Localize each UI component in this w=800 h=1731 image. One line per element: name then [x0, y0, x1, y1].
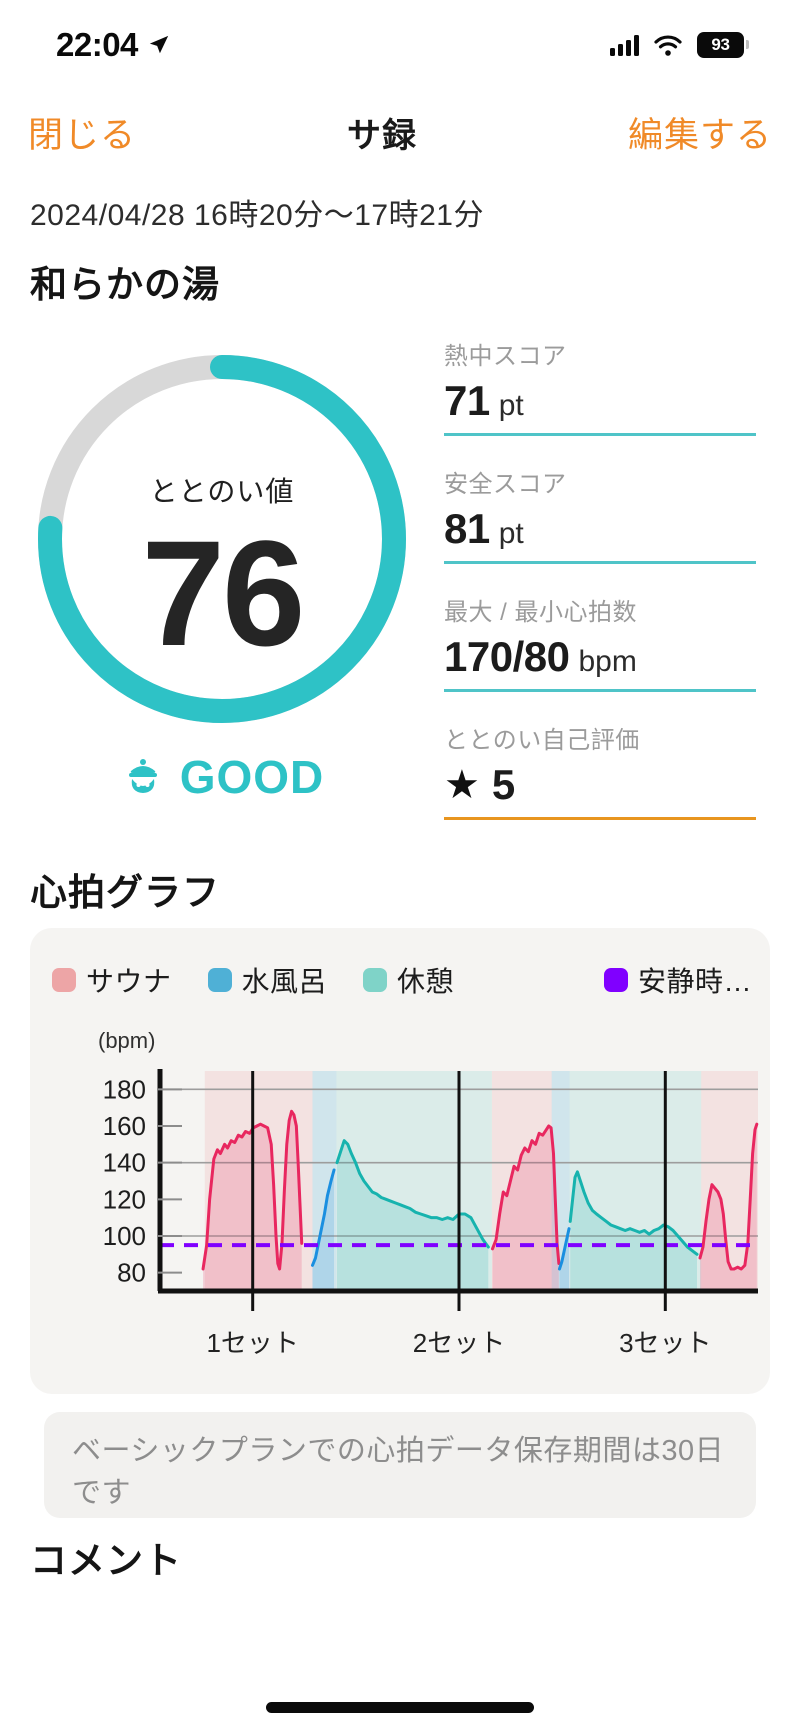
close-button[interactable]: 閉じる [28, 107, 136, 158]
stat-value: 5 [491, 761, 516, 808]
heart-rate-plot: 180 160 140 120 100 80 [103, 1069, 759, 1311]
stat-safety-score: 安全スコア 81 pt [444, 464, 756, 564]
stat-underline [444, 689, 756, 692]
stat-value: 170/80 [444, 633, 570, 680]
legend-label: 休憩 [397, 966, 455, 997]
gauge-value: 76 [141, 509, 306, 677]
record-header: 2024/04/28 16時20分〜17時21分 和らかの湯 [30, 190, 770, 308]
svg-text:100: 100 [103, 1221, 146, 1251]
verdict-label: GOOD [179, 751, 325, 803]
legend-label: 安静時… [637, 966, 752, 997]
battery-indicator: 93 [697, 32, 749, 58]
stat-label: 最大 / 最小心拍数 [444, 599, 638, 626]
comment-section-title: コメント [30, 1540, 182, 1581]
status-bar-right: 93 [610, 32, 749, 58]
svg-text:180: 180 [103, 1074, 146, 1104]
legend-swatch-coldbath [207, 968, 232, 992]
facility-name: 和らかの湯 [30, 264, 220, 305]
stat-value-row: 170/80 bpm [444, 633, 756, 689]
legend-swatch-resting-hr [603, 968, 628, 992]
status-bar-left: 22:04 [56, 26, 170, 64]
svg-text:160: 160 [103, 1111, 146, 1141]
app-screen: 22:04 93 閉じる サ録 編集する 2024/04/28 16時20分〜1… [0, 0, 800, 1731]
page-title: サ録 [347, 116, 417, 155]
stat-label: 熱中スコア [444, 343, 567, 370]
stat-value-row: 71 pt [444, 377, 756, 433]
stats-list: 熱中スコア 71 pt 安全スコア 81 pt 最大 / 最小心拍数 170/8… [444, 336, 756, 848]
stat-unit: pt [498, 389, 524, 422]
edit-button[interactable]: 編集する [628, 107, 772, 158]
home-indicator[interactable] [266, 1702, 534, 1713]
navigation-bar: 閉じる サ録 編集する [0, 92, 800, 172]
status-bar-clock: 22:04 [56, 26, 138, 63]
star-icon: ★ [444, 763, 480, 807]
star-rating: ★ 5 [444, 761, 515, 809]
stat-self-rating[interactable]: ととのい自己評価 ★ 5 [444, 720, 756, 820]
legend-item-rest: 休憩 [363, 960, 454, 1000]
stat-label: 安全スコア [444, 471, 567, 498]
cellular-signal-icon [610, 34, 639, 56]
stat-heat-score: 熱中スコア 71 pt [444, 336, 756, 436]
stat-value: 81 [444, 505, 490, 552]
legend-swatch-rest [363, 968, 388, 992]
location-arrow-icon [149, 35, 169, 54]
totonoi-gauge: ととのい値 76 [28, 345, 416, 733]
stat-heart-rate: 最大 / 最小心拍数 170/80 bpm [444, 592, 756, 692]
sauna-hat-face-icon [128, 759, 157, 793]
svg-text:120: 120 [103, 1184, 146, 1214]
stat-underline [444, 817, 756, 820]
stat-underline [444, 433, 756, 436]
legend-label: サウナ [86, 966, 172, 997]
legend-item-resting-hr: 安静時… [603, 960, 752, 1000]
wifi-icon [654, 34, 682, 56]
legend-swatch-sauna [52, 968, 76, 992]
legend-item-sauna: サウナ [52, 960, 172, 1000]
chart-legend: サウナ 水風呂 休憩 安静時… [52, 960, 752, 1000]
stat-value-row: ★ 5 [444, 761, 756, 817]
x-axis-tick-label: 1セット [206, 1328, 299, 1358]
plan-notice: ベーシックプランでの心拍データ保存期間は30日です [44, 1412, 756, 1518]
legend-item-coldbath: 水風呂 [207, 960, 328, 1000]
legend-label: 水風呂 [241, 966, 328, 997]
svg-text:80: 80 [117, 1258, 146, 1288]
x-axis-labels: 1セット 2セット 3セット [30, 1323, 770, 1363]
session-date-range: 2024/04/28 16時20分〜17時21分 [30, 199, 484, 232]
stat-unit: pt [498, 517, 524, 550]
svg-text:140: 140 [103, 1148, 146, 1178]
heart-rate-chart-card: サウナ 水風呂 休憩 安静時… (bpm) 18016014012010 [30, 928, 770, 1394]
stat-value-row: 81 pt [444, 505, 756, 561]
stat-unit: bpm [578, 645, 637, 678]
plan-notice-text: ベーシックプランでの心拍データ保存期間は30日です [72, 1435, 725, 1510]
battery-level-label: 93 [711, 35, 730, 54]
verdict-badge: GOOD [28, 750, 416, 804]
stat-label: ととのい自己評価 [444, 727, 640, 754]
x-axis-tick-label: 3セット [619, 1328, 712, 1358]
stat-value: 71 [444, 377, 490, 424]
heart-rate-section-title: 心拍グラフ [30, 872, 220, 913]
y-axis-unit-label: (bpm) [98, 1028, 156, 1053]
stat-underline [444, 561, 756, 564]
x-axis-tick-label: 2セット [412, 1328, 506, 1358]
y-axis-ticks: 180 160 140 120 100 80 [103, 1074, 182, 1288]
score-summary: ととのい値 76 GOOD 熱中スコア 71 pt 安全スコア 81 pt 最大… [0, 330, 800, 850]
status-bar: 22:04 93 [0, 0, 800, 90]
